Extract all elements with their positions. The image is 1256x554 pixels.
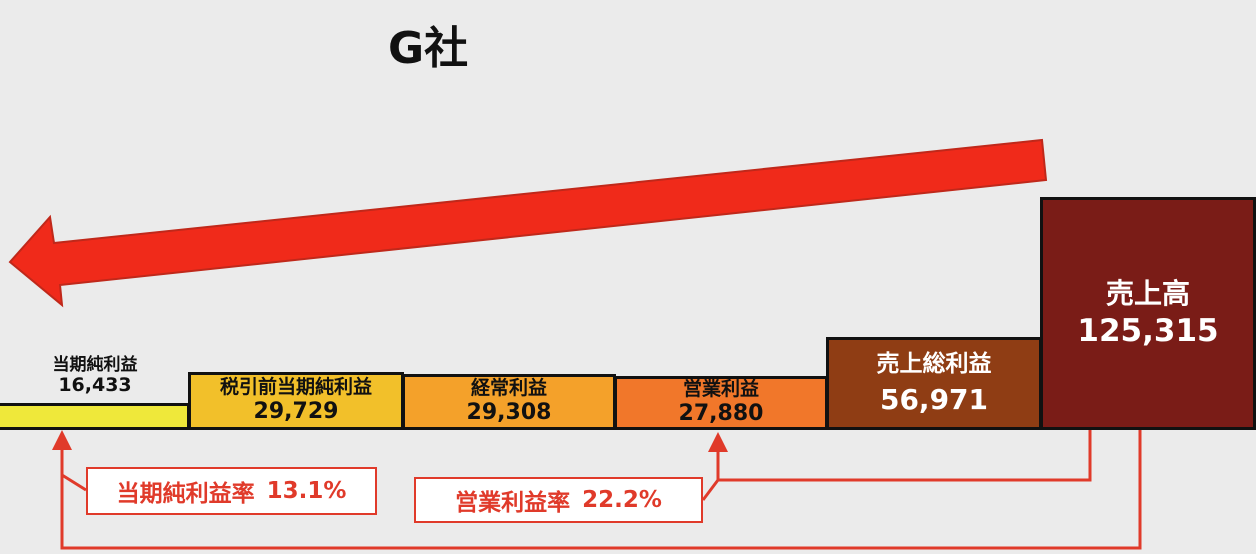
operating-margin-box: 営業利益率 22.2% — [414, 477, 703, 523]
net-margin-value: 13.1% — [266, 478, 347, 504]
operating-margin-connector — [716, 430, 1092, 482]
up-arrow-icon — [52, 430, 72, 450]
operating-margin-value: 22.2% — [582, 487, 662, 513]
up-arrow-icon — [708, 432, 728, 452]
op-ratio-leader — [701, 479, 720, 501]
operating-margin-label: 営業利益率 — [455, 490, 571, 516]
net-margin-label: 当期純利益率 — [116, 481, 255, 507]
net-margin-box: 当期純利益率 13.1% — [86, 467, 377, 515]
net-ratio-leader — [61, 473, 87, 492]
